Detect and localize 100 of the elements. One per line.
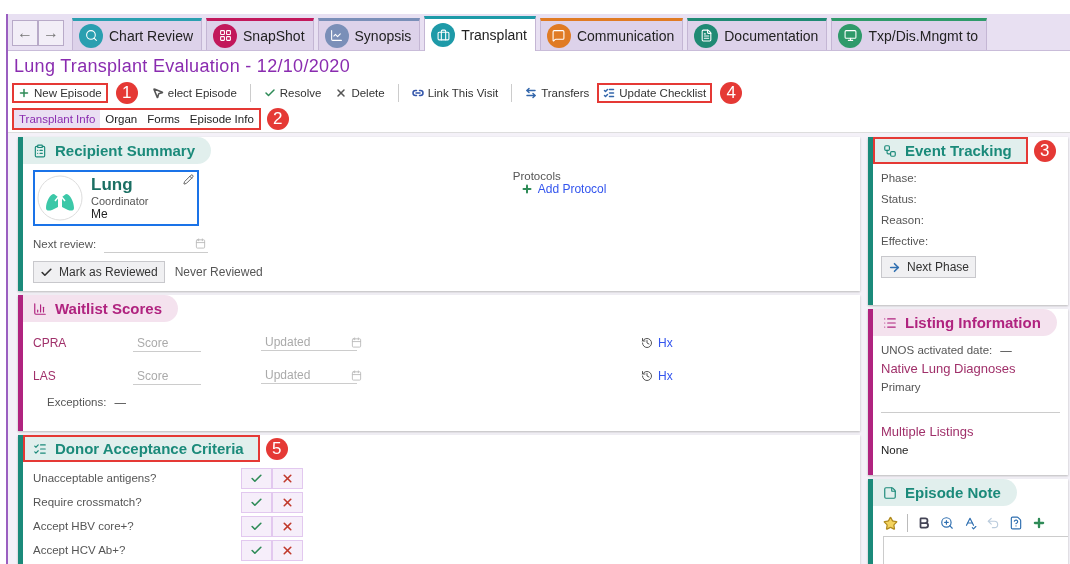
back-button[interactable]: ← <box>12 20 38 46</box>
calendar-icon[interactable] <box>195 237 207 249</box>
section-icon <box>883 485 897 500</box>
tab[interactable]: Txp/Dis.Mngmt to <box>831 18 988 50</box>
tab[interactable]: Transplant <box>424 16 536 51</box>
check-icon <box>40 265 53 279</box>
mark-reviewed-button[interactable]: Mark as Reviewed <box>33 261 165 283</box>
date-field[interactable]: Updated <box>261 334 357 351</box>
coordinator-name: Me <box>91 207 109 221</box>
page-title: Lung Transplant Evaluation - 12/10/2020 <box>8 51 1070 80</box>
toolbar-button[interactable]: Update Checklist <box>597 83 713 103</box>
help-icon[interactable] <box>1009 516 1023 530</box>
section-header: Donor Acceptance Criteria <box>23 435 260 462</box>
no-button[interactable] <box>272 491 303 513</box>
section-icon <box>883 143 897 158</box>
forward-button[interactable]: → <box>38 20 64 46</box>
field-value: None <box>881 444 910 456</box>
field-label: Status: <box>881 193 918 205</box>
score-label: LAS <box>33 368 57 383</box>
toolbar-button[interactable]: New Episode <box>12 83 108 103</box>
role-label: Coordinator <box>91 195 149 207</box>
tab-icon <box>699 29 713 42</box>
toolbar-icon <box>525 87 538 99</box>
tab[interactable]: Documentation <box>687 18 828 50</box>
toolbar-icon <box>411 87 424 99</box>
organ-card[interactable]: Lung Coordinator Me <box>33 170 199 226</box>
zoom-icon[interactable] <box>940 516 954 530</box>
arrow-icon <box>888 260 901 274</box>
question-label: Require crossmatch? <box>33 496 143 508</box>
section-icon <box>33 301 47 316</box>
add-protocol-link[interactable]: Add Protocol <box>520 182 607 196</box>
cross-icon <box>281 543 294 557</box>
cross-icon <box>281 471 294 485</box>
history-icon <box>641 336 653 349</box>
yes-button[interactable] <box>241 539 272 561</box>
tab-icon <box>218 29 232 42</box>
next-phase-button[interactable]: Next Phase <box>881 256 977 278</box>
section-icon <box>883 315 897 330</box>
field-label: Next review: <box>33 237 97 250</box>
no-button[interactable] <box>272 539 303 561</box>
field-label: UNOS activated date: <box>881 344 993 356</box>
subsection-heading: Native Lung Diagnoses <box>881 361 1017 376</box>
question-label: Unacceptable antigens? <box>33 472 158 484</box>
bold-icon[interactable] <box>917 516 931 530</box>
question-label: Accept HBV core+? <box>33 520 135 532</box>
callout-number: 3 <box>1033 139 1056 162</box>
tab[interactable]: Chart Review <box>72 18 203 50</box>
toolbar-icon <box>335 87 348 99</box>
field-value: — <box>1000 344 1012 356</box>
pencil-icon[interactable] <box>183 174 194 185</box>
section-header: Listing Information <box>873 309 1057 336</box>
no-button[interactable] <box>272 467 303 489</box>
score-field[interactable]: Score <box>133 335 201 352</box>
history-link[interactable]: Hx <box>641 368 681 383</box>
cross-icon <box>281 495 294 509</box>
callout-number: 1 <box>115 82 138 104</box>
subtab[interactable]: Transplant Info <box>14 110 101 128</box>
subsection-heading: Multiple Listings <box>881 424 975 439</box>
section-header: Episode Note <box>873 479 1017 506</box>
field-label: Effective: <box>881 235 930 247</box>
callout-number: 2 <box>266 108 289 130</box>
section-header: Waitlist Scores <box>23 295 178 322</box>
yes-button[interactable] <box>241 467 272 489</box>
organ-name: Lung <box>91 175 134 195</box>
review-status: Never Reviewed <box>174 265 263 279</box>
undo-icon[interactable] <box>986 516 1000 530</box>
exceptions-value: — <box>114 396 126 408</box>
cross-icon <box>281 519 294 533</box>
toolbar-icon <box>263 87 276 99</box>
yes-button[interactable] <box>241 515 272 537</box>
tab-icon <box>843 29 857 42</box>
toolbar-icon <box>151 87 164 99</box>
tab[interactable]: Synopsis <box>317 18 421 50</box>
exceptions-label: Exceptions: <box>47 396 107 408</box>
plus-icon[interactable] <box>1032 516 1046 530</box>
score-label: CPRA <box>33 335 68 350</box>
check-icon <box>250 495 263 509</box>
callout-number: 4 <box>720 82 743 104</box>
star-icon[interactable] <box>883 515 898 531</box>
callout-number: 5 <box>265 437 288 460</box>
history-link[interactable]: Hx <box>641 335 681 350</box>
check-icon <box>250 543 263 557</box>
date-field[interactable]: Updated <box>261 367 357 384</box>
tab[interactable]: SnapShot <box>206 18 314 50</box>
section-header: Event Tracking <box>873 137 1028 164</box>
tab-icon <box>552 29 566 42</box>
yes-button[interactable] <box>241 491 272 513</box>
spellcheck-icon[interactable] <box>963 516 977 530</box>
history-icon <box>641 369 653 382</box>
section-icon <box>33 143 47 158</box>
question-label: Accept HCV Ab+? <box>33 544 127 556</box>
tab-icon <box>436 28 450 42</box>
section-header: Recipient Summary <box>23 137 212 164</box>
score-field[interactable]: Score <box>133 368 201 385</box>
field-label: Primary <box>881 381 922 393</box>
check-icon <box>250 471 263 485</box>
toolbar-icon <box>603 87 616 99</box>
tab-icon <box>84 29 98 42</box>
tab[interactable]: Communication <box>539 18 684 50</box>
no-button[interactable] <box>272 515 303 537</box>
